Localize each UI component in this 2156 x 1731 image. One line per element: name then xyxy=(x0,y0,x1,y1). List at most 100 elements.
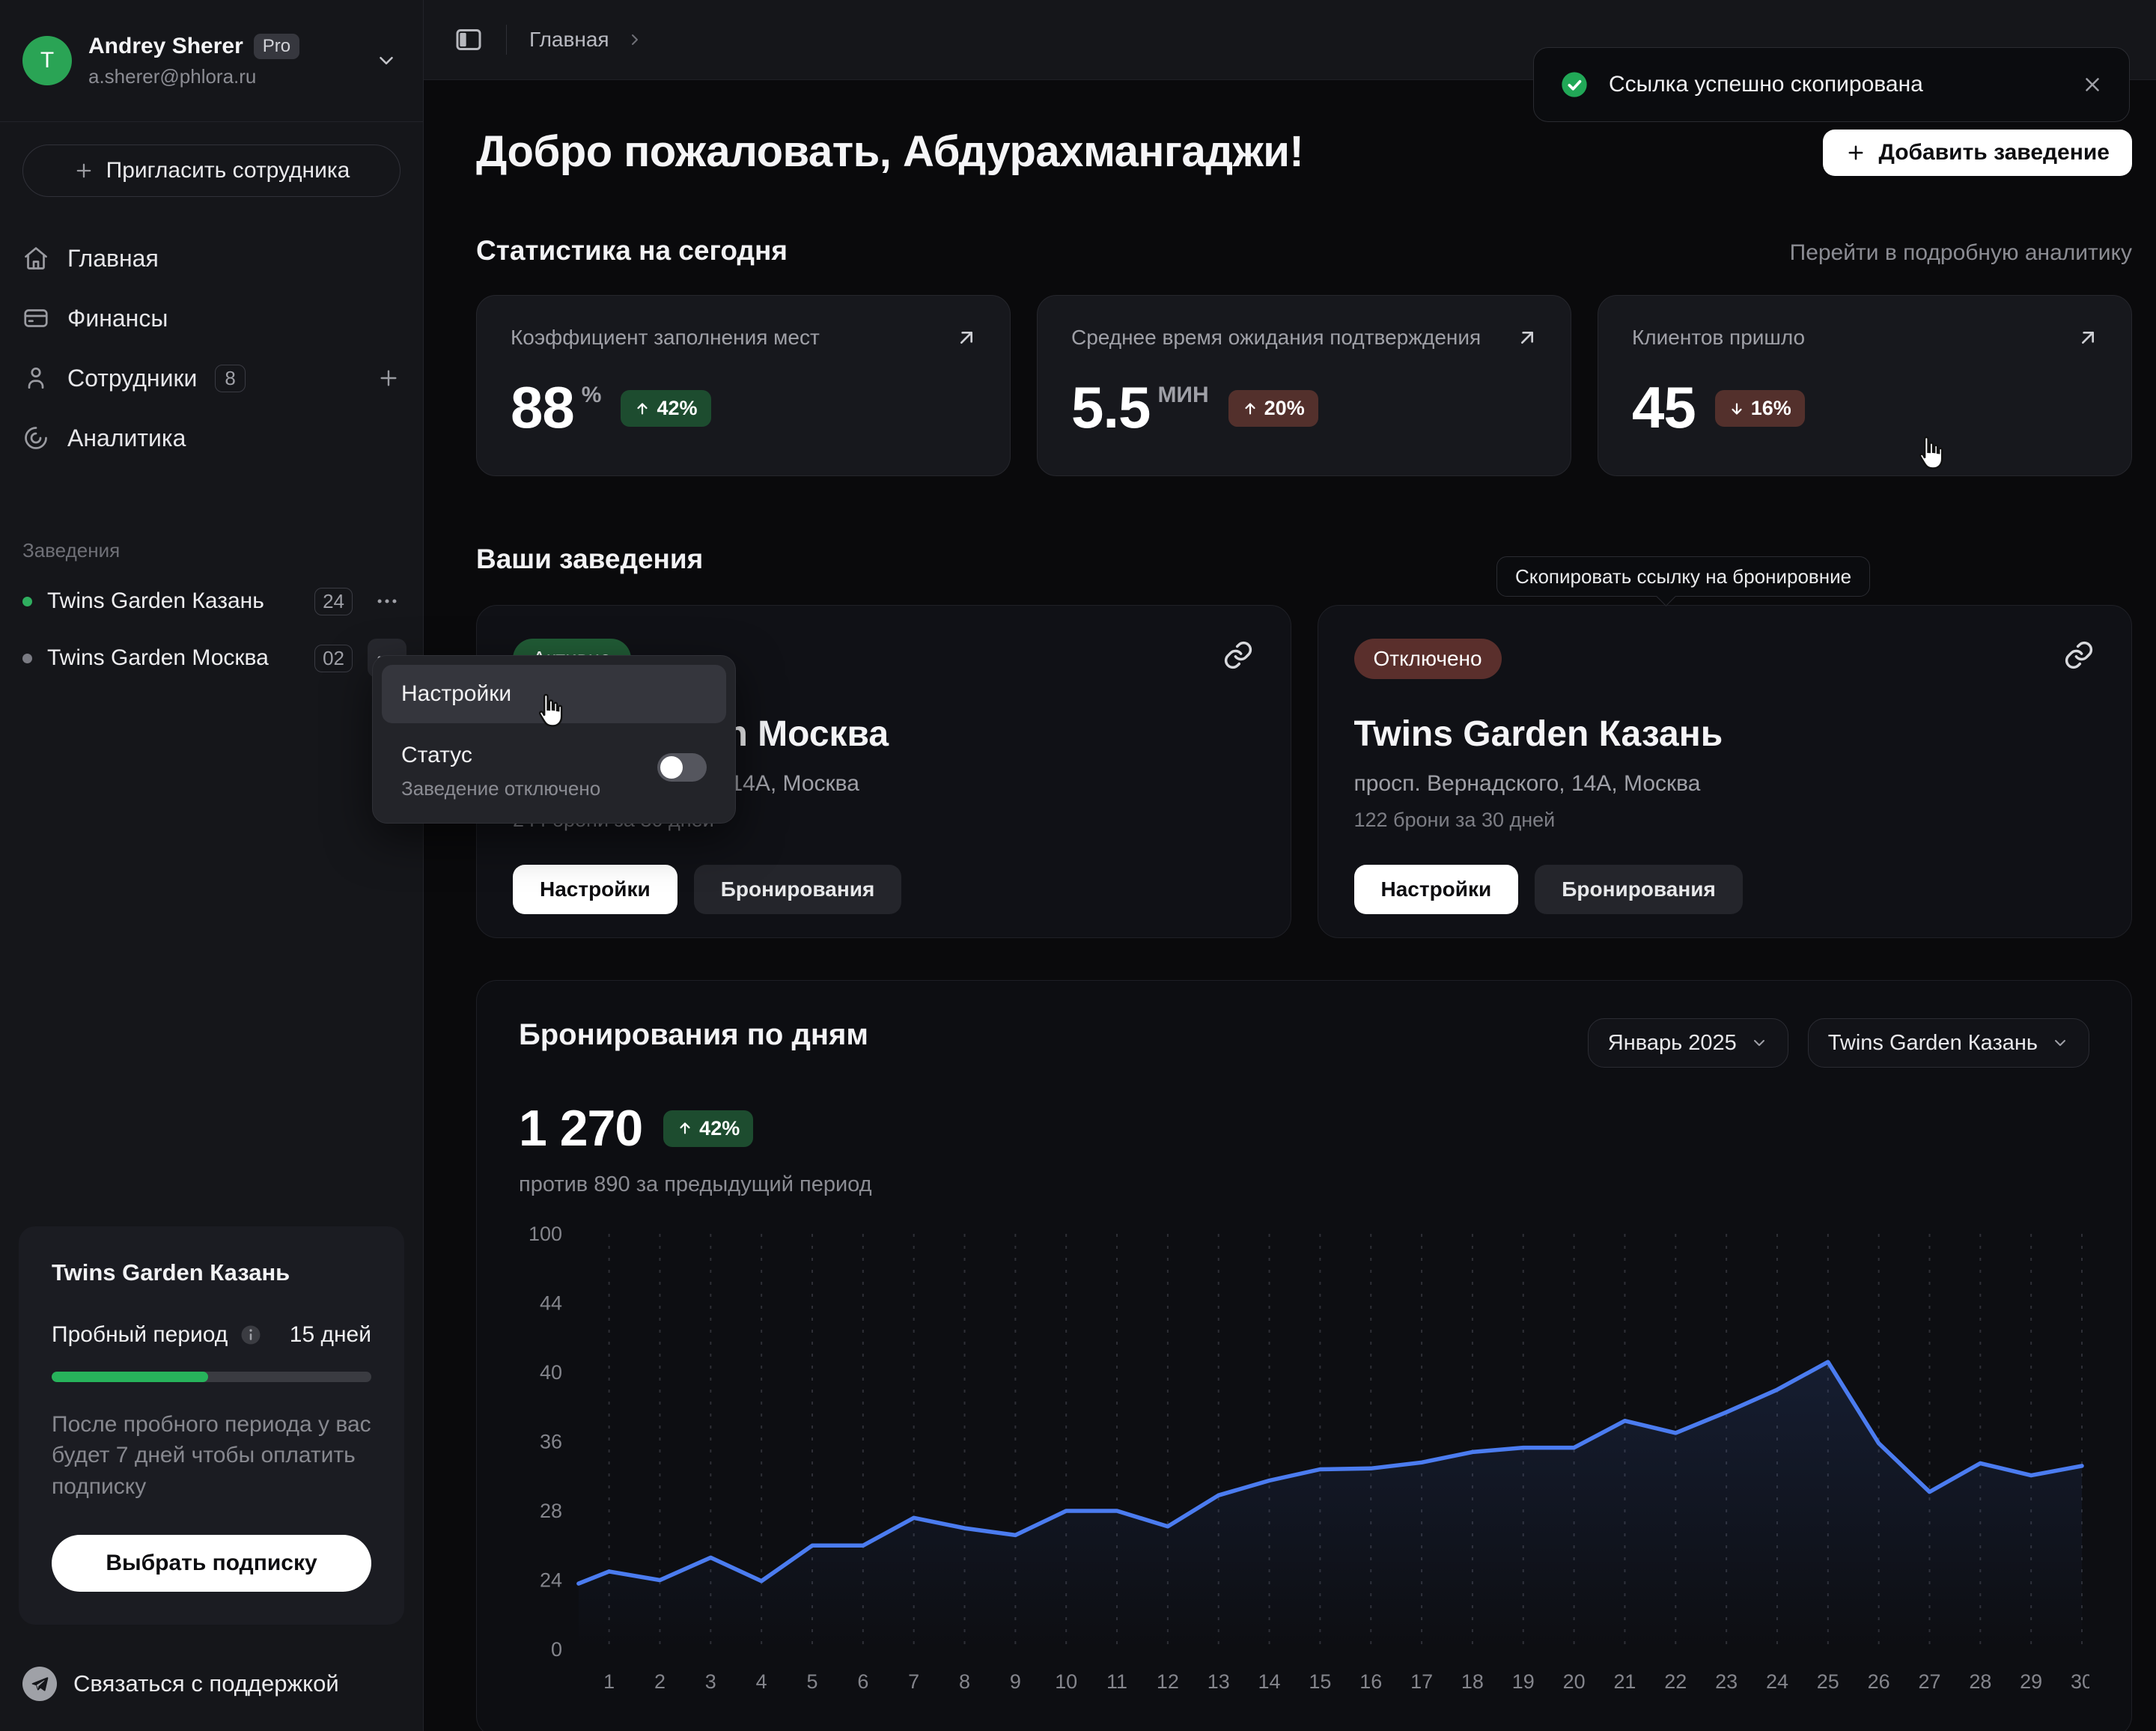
venue-card-kazan: Отключено Twins Garden Казань просп. Вер… xyxy=(1318,605,2133,938)
stat-card-wait-time[interactable]: Среднее время ожидания подтверждения 5.5… xyxy=(1037,295,1571,476)
chart-total-value: 1 270 xyxy=(519,1099,642,1157)
month-select[interactable]: Январь 2025 xyxy=(1588,1018,1788,1068)
breadcrumb-home[interactable]: Главная xyxy=(529,28,609,52)
stat-value: 45 xyxy=(1632,378,1696,436)
venues-section-title: Ваши заведения xyxy=(476,544,703,575)
arrow-up-right-icon xyxy=(2076,326,2100,350)
stat-trend-badge: 16% xyxy=(1715,390,1805,427)
sidebar-item-employees[interactable]: Сотрудники 8 xyxy=(22,348,401,408)
add-venue-button[interactable]: Добавить заведение xyxy=(1823,130,2132,176)
svg-text:4: 4 xyxy=(756,1670,767,1693)
chevron-down-icon[interactable] xyxy=(375,49,398,72)
svg-text:15: 15 xyxy=(1309,1670,1331,1693)
support-label: Связаться с поддержкой xyxy=(73,1670,339,1697)
venue-more-button[interactable] xyxy=(368,582,406,621)
svg-text:1: 1 xyxy=(603,1670,615,1693)
settings-button[interactable]: Настройки xyxy=(513,865,677,914)
sidebar-venue-kazan[interactable]: Twins Garden Казань 24 xyxy=(22,573,406,630)
settings-button[interactable]: Настройки xyxy=(1354,865,1519,914)
arrow-up-icon xyxy=(677,1120,693,1137)
user-name: Andrey Sherer xyxy=(88,34,243,59)
invite-label: Пригласить сотрудника xyxy=(106,158,350,183)
svg-text:30: 30 xyxy=(2071,1670,2089,1693)
svg-text:7: 7 xyxy=(908,1670,919,1693)
trial-description: После пробного периода у вас будет 7 дне… xyxy=(52,1409,371,1502)
svg-text:17: 17 xyxy=(1410,1670,1433,1693)
stat-trend-badge: 42% xyxy=(621,390,710,427)
stat-card-occupancy[interactable]: Коэффициент заполнения мест 88 % 42% xyxy=(476,295,1011,476)
status-toggle[interactable] xyxy=(657,753,707,782)
svg-text:21: 21 xyxy=(1613,1670,1636,1693)
svg-text:9: 9 xyxy=(1010,1670,1021,1693)
status-label: Статус xyxy=(401,743,600,768)
invite-employee-button[interactable]: Пригласить сотрудника xyxy=(22,144,401,197)
main-content: Добро пожаловать, Абдурахмангаджи! Стати… xyxy=(424,80,2156,1731)
contact-support[interactable]: Связаться с поддержкой xyxy=(0,1641,423,1731)
stat-trend-badge: 20% xyxy=(1228,390,1318,427)
arrow-up-right-icon xyxy=(954,326,978,350)
context-menu-status-row: Статус Заведение отключено xyxy=(382,723,726,814)
sidebar-item-analytics[interactable]: Аналитика xyxy=(22,408,401,468)
stat-title: Клиентов пришло xyxy=(1632,326,2098,350)
stat-unit: % xyxy=(582,383,602,408)
stat-value: 5.5 xyxy=(1071,378,1150,436)
svg-text:100: 100 xyxy=(529,1223,562,1245)
svg-text:10: 10 xyxy=(1055,1670,1077,1693)
breadcrumb[interactable]: Главная xyxy=(529,28,644,52)
sidebar: T Andrey Sherer Pro a.sherer@phlora.ru П… xyxy=(0,0,424,1731)
sidebar-item-label: Главная xyxy=(67,245,159,273)
profile-info: Andrey Sherer Pro a.sherer@phlora.ru xyxy=(88,34,359,88)
context-menu-settings[interactable]: Настройки xyxy=(382,665,726,723)
toast-link-copied: Ссылка успешно скопирована xyxy=(1533,47,2130,122)
svg-text:12: 12 xyxy=(1157,1670,1179,1693)
venue-name: Twins Garden Москва xyxy=(47,645,269,671)
bookings-button[interactable]: Бронирования xyxy=(1535,865,1743,914)
sidebar-nav: Главная Сотрудники Финансы Сотрудники 8 xyxy=(0,219,423,468)
svg-text:27: 27 xyxy=(1918,1670,1940,1693)
stat-card-clients[interactable]: Клиентов пришло 45 16% xyxy=(1598,295,2132,476)
main-area: Главная Добро пожаловать, Абдурахмангадж… xyxy=(424,0,2156,1731)
close-icon[interactable] xyxy=(2081,73,2104,96)
bookings-button[interactable]: Бронирования xyxy=(694,865,902,914)
venue-context-menu: Настройки Статус Заведение отключено xyxy=(372,655,736,824)
toggle-knob xyxy=(660,756,683,779)
trial-period-label: Пробный период xyxy=(52,1322,228,1348)
app-root: T Andrey Sherer Pro a.sherer@phlora.ru П… xyxy=(0,0,2156,1731)
svg-text:0: 0 xyxy=(551,1638,562,1661)
arrow-up-right-icon xyxy=(1515,326,1539,350)
sidebar-item-finance[interactable]: Сотрудники Финансы xyxy=(22,288,401,348)
svg-text:25: 25 xyxy=(1817,1670,1839,1693)
svg-text:28: 28 xyxy=(540,1500,562,1522)
sidebar-item-label: Аналитика xyxy=(67,425,186,452)
bookings-line-chart: 1234567891011121314151617181920212223242… xyxy=(519,1223,2089,1709)
venue-list: Twins Garden Казань 24 Twins Garden Моск… xyxy=(0,562,423,687)
credit-card-icon xyxy=(22,305,49,332)
plan-badge: Pro xyxy=(254,34,299,59)
svg-text:36: 36 xyxy=(540,1430,562,1452)
employees-count-badge: 8 xyxy=(215,365,245,392)
chevron-down-icon xyxy=(1750,1034,1768,1052)
copy-link-icon[interactable] xyxy=(1222,639,1255,672)
profile-section[interactable]: T Andrey Sherer Pro a.sherer@phlora.ru xyxy=(0,0,423,122)
add-employee-icon[interactable] xyxy=(377,366,401,390)
svg-text:2: 2 xyxy=(654,1670,666,1693)
sidebar-venue-moscow[interactable]: Twins Garden Москва 02 xyxy=(22,630,406,687)
bookings-chart-card: Бронирования по дням Январь 2025 Twins G… xyxy=(476,980,2132,1731)
user-email: a.sherer@phlora.ru xyxy=(88,65,359,88)
venue-select[interactable]: Twins Garden Казань xyxy=(1808,1018,2089,1068)
info-icon[interactable] xyxy=(240,1324,262,1346)
copy-link-icon[interactable] xyxy=(2062,639,2095,672)
choose-subscription-button[interactable]: Выбрать подписку xyxy=(52,1535,371,1592)
svg-text:26: 26 xyxy=(1868,1670,1890,1693)
sidebar-toggle-icon[interactable] xyxy=(454,25,484,55)
detailed-analytics-link[interactable]: Перейти в подробную аналитику xyxy=(1790,240,2132,266)
venue-card-bookings: 122 брони за 30 дней xyxy=(1354,809,2096,832)
chevron-down-icon xyxy=(2051,1034,2069,1052)
svg-text:5: 5 xyxy=(806,1670,817,1693)
analytics-icon xyxy=(22,425,49,451)
svg-text:29: 29 xyxy=(2020,1670,2042,1693)
svg-text:24: 24 xyxy=(1766,1670,1788,1693)
stat-value: 88 xyxy=(511,378,574,436)
arrow-up-icon xyxy=(634,401,651,417)
sidebar-item-home[interactable]: Главная xyxy=(22,228,401,288)
